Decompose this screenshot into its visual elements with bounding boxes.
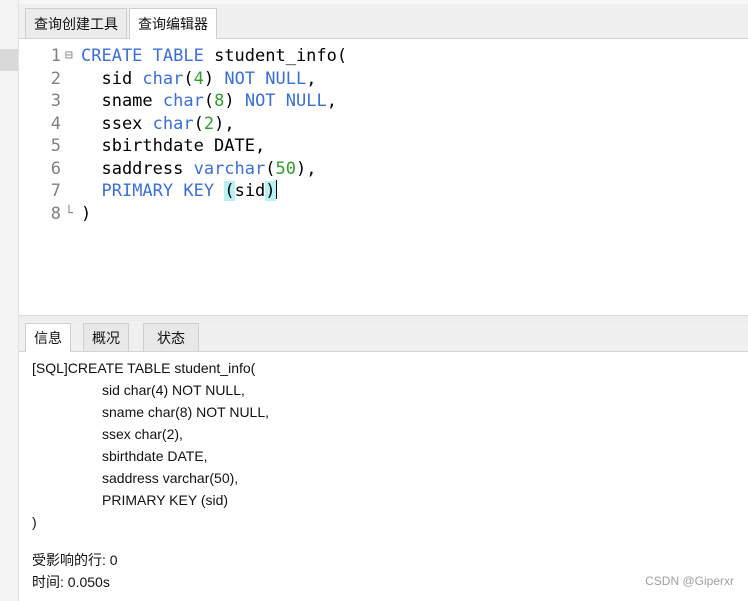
left-panel-strip: [0, 0, 19, 601]
info-sql-line: ssex char(2),: [102, 426, 183, 442]
fold-end-icon: └: [65, 205, 73, 221]
execution-time-text: 时间: 0.050s: [32, 574, 110, 590]
code-token: saddress: [81, 158, 194, 179]
code-token: sbirthdate DATE,: [81, 136, 266, 156]
code-text: sid char(4) NOT NULL,: [81, 68, 317, 90]
code-line[interactable]: 3 sname char(8) NOT NULL,: [19, 90, 748, 112]
sql-keyword: char: [162, 91, 204, 111]
left-panel-selection-marker: [0, 49, 18, 71]
code-line[interactable]: 1 ⊟ CREATE TABLE student_info(: [19, 45, 748, 67]
sql-number: 50: [275, 158, 296, 179]
code-token: ,: [326, 91, 337, 111]
info-sql-line: PRIMARY KEY (sid): [102, 492, 229, 508]
code-token: ,: [306, 68, 317, 89]
code-token: (: [193, 113, 204, 134]
code-text: ssex char(2),: [81, 113, 235, 135]
code-token: ),: [214, 113, 235, 134]
info-sql-line: sid char(4) NOT NULL,: [102, 382, 245, 398]
top-tab-bar: 查询创建工具 查询编辑器: [19, 0, 748, 39]
tab-query-builder[interactable]: 查询创建工具: [25, 8, 127, 38]
line-number: 1: [50, 46, 61, 66]
code-token: ),: [295, 158, 317, 179]
code-text: sname char(8) NOT NULL,: [81, 90, 337, 112]
info-message-panel: [SQL]CREATE TABLE student_info( sid char…: [19, 352, 748, 601]
tab-overview[interactable]: 概况: [83, 323, 129, 351]
tab-query-editor[interactable]: 查询编辑器: [129, 8, 217, 39]
code-token: sid: [81, 68, 143, 89]
line-number: 4: [50, 113, 61, 134]
sql-keyword: char: [152, 113, 194, 134]
code-line[interactable]: 6 saddress varchar(50),: [19, 158, 748, 180]
sql-keyword: CREATE TABLE: [81, 46, 204, 66]
sql-keyword: PRIMARY KEY: [101, 181, 215, 201]
code-token: ssex: [81, 113, 153, 134]
info-sql-line: sname char(8) NOT NULL,: [102, 404, 270, 420]
line-number: 3: [50, 91, 61, 111]
code-line[interactable]: 7 PRIMARY KEY (sid): [19, 180, 748, 202]
line-number: 8: [50, 203, 61, 224]
code-token: sname: [81, 91, 163, 111]
code-text: saddress varchar(50),: [81, 158, 316, 180]
watermark: CSDN @Giperxr: [645, 574, 734, 588]
sql-code-editor[interactable]: 1 ⊟ CREATE TABLE student_info(2 sid char(4…: [19, 39, 748, 315]
code-token: (: [203, 91, 215, 111]
line-number: 2: [50, 68, 61, 89]
fold-collapse-icon[interactable]: ⊟: [65, 45, 79, 67]
matched-bracket: ): [265, 181, 276, 201]
code-token: student_info(: [203, 46, 348, 66]
sql-keyword: varchar: [193, 158, 266, 179]
info-sql-line: [SQL]CREATE TABLE student_info(: [32, 360, 256, 376]
info-sql-line: ): [32, 514, 37, 530]
code-text: sbirthdate DATE,: [81, 135, 265, 157]
code-token: ): [224, 91, 245, 111]
code-text: CREATE TABLE student_info(: [81, 45, 347, 67]
code-line[interactable]: 5 sbirthdate DATE,: [19, 135, 748, 157]
code-token: (: [183, 68, 194, 89]
tab-status[interactable]: 状态: [143, 323, 199, 351]
code-text: PRIMARY KEY (sid): [81, 180, 277, 202]
code-token: ): [81, 203, 92, 224]
code-line[interactable]: 8 └): [19, 203, 748, 225]
line-number: 7: [50, 181, 61, 201]
sql-number: 8: [214, 91, 225, 111]
sql-keyword: NOT NULL: [224, 68, 307, 89]
tab-info[interactable]: 信息: [25, 323, 71, 352]
code-token: sid: [234, 181, 266, 201]
matched-bracket: (: [224, 181, 235, 201]
code-token: (: [265, 158, 276, 179]
text-caret: [275, 180, 277, 199]
line-number: 6: [50, 158, 61, 179]
sql-keyword: NOT NULL: [244, 91, 327, 111]
result-tab-bar: 信息 概况 状态: [19, 321, 748, 352]
code-line[interactable]: 4 ssex char(2),: [19, 113, 748, 135]
line-number: 5: [50, 136, 61, 156]
tab-bar-top-line: [19, 0, 748, 4]
sql-number: 4: [193, 68, 204, 89]
info-sql-line: saddress varchar(50),: [102, 470, 239, 486]
info-sql-line: sbirthdate DATE,: [102, 448, 208, 464]
code-line[interactable]: 2 sid char(4) NOT NULL,: [19, 68, 748, 90]
affected-rows-text: 受影响的行: 0: [32, 552, 118, 568]
code-token: ): [203, 68, 225, 89]
code-text: ): [81, 203, 91, 225]
sql-keyword: char: [142, 68, 184, 89]
sql-number: 2: [203, 113, 215, 134]
